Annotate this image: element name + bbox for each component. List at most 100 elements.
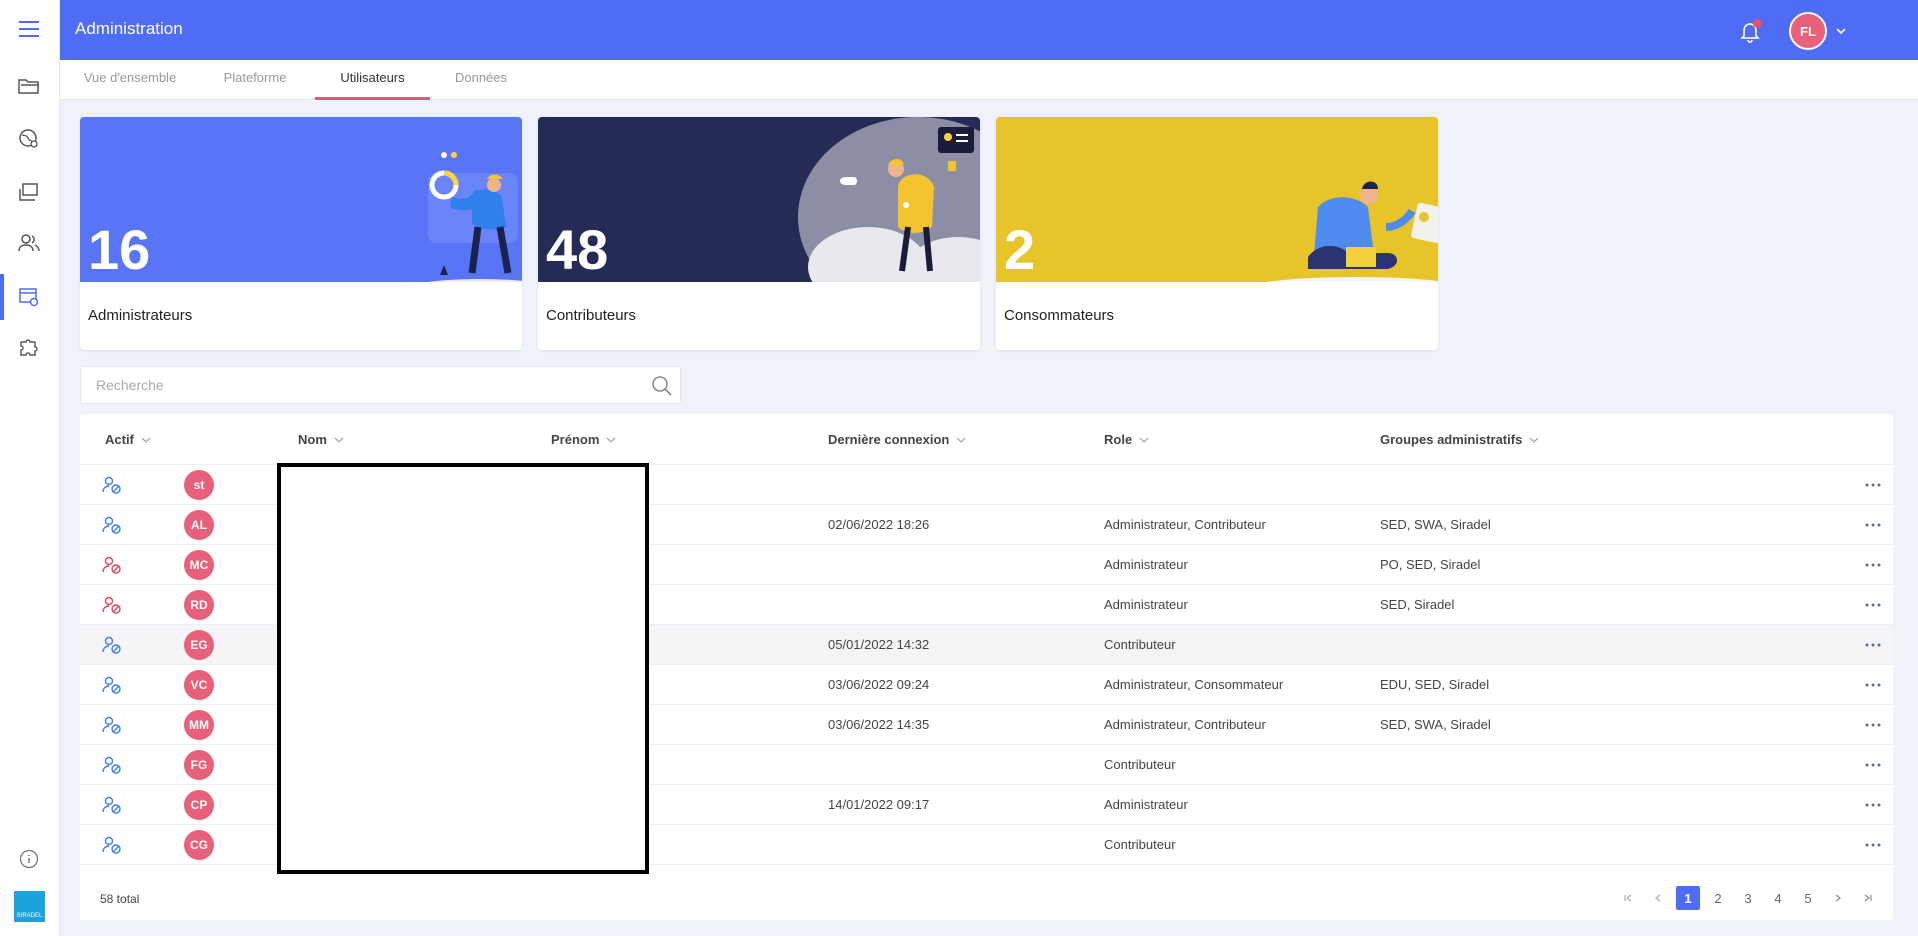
avatar: VC (184, 670, 214, 700)
role-cell: Administrateur, Contributeur (1104, 517, 1266, 532)
sidebar-active-indicator (0, 274, 4, 320)
more-options-icon[interactable] (1864, 797, 1882, 813)
card-consumers[interactable]: 2 Consommateurs (996, 117, 1438, 350)
user-status-icon[interactable] (102, 635, 122, 655)
card-count: 2 (1004, 218, 1036, 281)
role-cell: Administrateur (1104, 597, 1188, 612)
card-count: 16 (88, 218, 151, 281)
groups-cell: EDU, SED, Siradel (1380, 677, 1490, 692)
role-cell: Administrateur, Contributeur (1104, 717, 1266, 732)
card-label: Consommateurs (1004, 307, 1115, 324)
user-status-icon[interactable] (102, 555, 122, 575)
column-header-role[interactable]: Role (1104, 432, 1150, 447)
avatar: EG (184, 630, 214, 660)
chevron-down-icon (141, 437, 151, 443)
chevron-down-icon (334, 437, 344, 443)
tab-bar: Vue d'ensemble Plateforme Utilisateurs D… (60, 60, 1918, 100)
user-status-icon[interactable] (102, 715, 122, 735)
layers-icon[interactable] (14, 177, 44, 207)
more-options-icon[interactable] (1864, 557, 1882, 573)
more-options-icon[interactable] (1864, 717, 1882, 733)
company-logo: SIRADEL (14, 891, 45, 922)
card-label: Administrateurs (88, 307, 193, 324)
chevron-down-icon[interactable] (1834, 24, 1848, 38)
role-cell: Contributeur (1104, 837, 1176, 852)
avatar: MC (184, 550, 214, 580)
avatar: AL (184, 510, 214, 540)
more-options-icon[interactable] (1864, 837, 1882, 853)
user-avatar[interactable]: FL (1789, 12, 1827, 50)
column-header-groups[interactable]: Groupes administratifs (1380, 432, 1540, 447)
card-contributors[interactable]: 48 Contributeurs (538, 117, 980, 350)
chevron-down-icon (606, 437, 616, 443)
groups-cell: PO, SED, Siradel (1380, 557, 1481, 572)
user-status-icon[interactable] (102, 475, 122, 495)
search-box (80, 366, 681, 404)
avatar: CP (184, 790, 214, 820)
role-cell: Administrateur, Consommateur (1104, 677, 1284, 692)
last-login-cell: 03/06/2022 14:35 (828, 717, 930, 732)
avatar: st (184, 470, 214, 500)
user-status-icon[interactable] (102, 755, 122, 775)
page-button[interactable]: 5 (1796, 886, 1820, 910)
tab-platform[interactable]: Plateforme (200, 60, 310, 100)
user-status-icon[interactable] (102, 595, 122, 615)
more-options-icon[interactable] (1864, 477, 1882, 493)
puzzle-icon[interactable] (14, 332, 44, 362)
sidebar: SIRADEL (0, 0, 60, 936)
last-login-cell: 03/06/2022 09:24 (828, 677, 930, 692)
user-status-icon[interactable] (102, 515, 122, 535)
last-page-button[interactable] (1856, 886, 1880, 910)
page-button[interactable]: 3 (1736, 886, 1760, 910)
page-button[interactable]: 1 (1676, 886, 1700, 910)
page-title: Administration (75, 19, 183, 38)
card-count: 48 (546, 218, 609, 281)
notification-badge (1753, 19, 1762, 28)
first-page-button[interactable] (1616, 886, 1640, 910)
next-page-button[interactable] (1826, 886, 1850, 910)
tab-data[interactable]: Données (440, 60, 522, 100)
page-button[interactable]: 2 (1706, 886, 1730, 910)
page-button[interactable]: 4 (1766, 886, 1790, 910)
redaction-box (277, 463, 649, 874)
info-icon[interactable] (14, 844, 44, 874)
users-icon[interactable] (14, 228, 44, 258)
role-cell: Contributeur (1104, 757, 1176, 772)
user-status-icon[interactable] (102, 795, 122, 815)
prev-page-button[interactable] (1646, 886, 1670, 910)
total-count: 58 total (100, 892, 140, 906)
more-options-icon[interactable] (1864, 677, 1882, 693)
folder-icon[interactable] (14, 71, 44, 101)
groups-cell: SED, SWA, Siradel (1380, 717, 1491, 732)
chevron-down-icon (1139, 437, 1149, 443)
tab-users[interactable]: Utilisateurs (315, 60, 430, 100)
last-login-cell: 14/01/2022 09:17 (828, 797, 930, 812)
chevron-down-icon (1529, 437, 1539, 443)
card-administrators[interactable]: 16 Administrateurs (80, 117, 522, 350)
menu-icon[interactable] (14, 14, 44, 44)
avatar: CG (184, 830, 214, 860)
column-header-active[interactable]: Actif (105, 432, 152, 447)
more-options-icon[interactable] (1864, 517, 1882, 533)
user-status-icon[interactable] (102, 835, 122, 855)
column-header-last-login[interactable]: Dernière connexion (828, 432, 967, 447)
user-status-icon[interactable] (102, 675, 122, 695)
tab-overview[interactable]: Vue d'ensemble (70, 60, 190, 100)
search-input[interactable] (81, 367, 641, 403)
groups-cell: SED, SWA, Siradel (1380, 517, 1491, 532)
column-header-name[interactable]: Nom (298, 432, 345, 447)
last-login-cell: 05/01/2022 14:32 (828, 637, 930, 652)
column-header-firstname[interactable]: Prénom (551, 432, 617, 447)
groups-cell: SED, Siradel (1380, 597, 1455, 612)
more-options-icon[interactable] (1864, 637, 1882, 653)
search-icon[interactable] (651, 375, 673, 397)
more-options-icon[interactable] (1864, 597, 1882, 613)
more-options-icon[interactable] (1864, 757, 1882, 773)
globe-settings-icon[interactable] (14, 124, 44, 154)
avatar: FG (184, 750, 214, 780)
card-label: Contributeurs (546, 307, 637, 324)
role-cell: Administrateur (1104, 557, 1188, 572)
admin-settings-icon[interactable] (14, 282, 44, 312)
avatar: RD (184, 590, 214, 620)
card-banner: 16 (80, 117, 522, 282)
